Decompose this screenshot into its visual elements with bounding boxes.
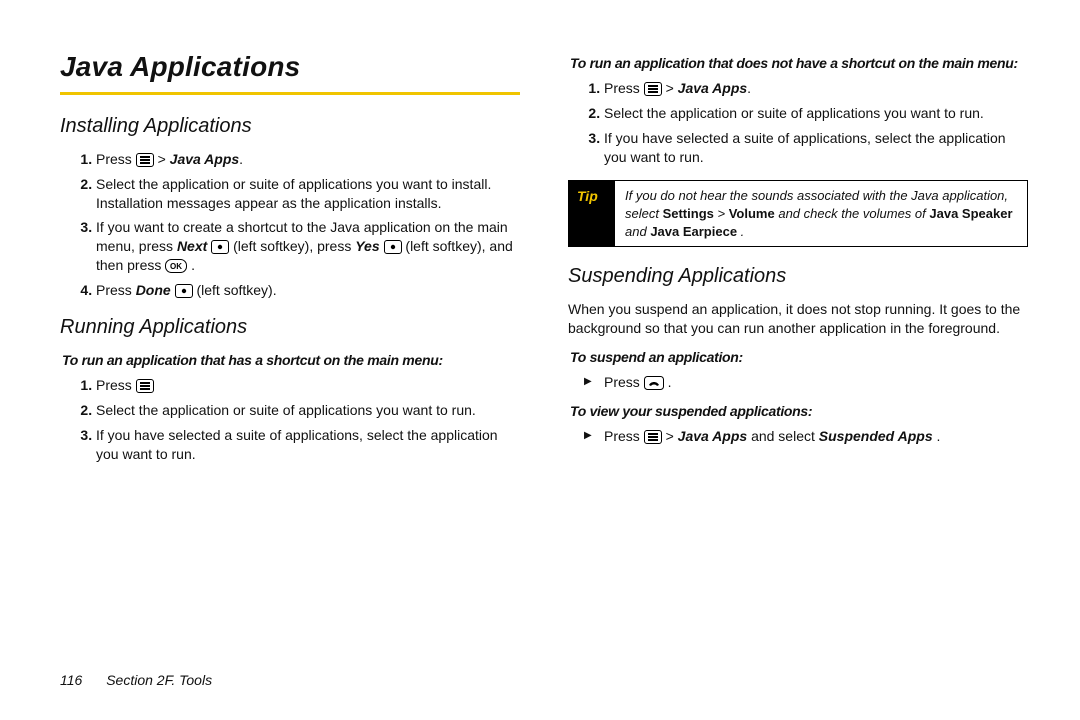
menu-key-icon bbox=[136, 379, 154, 393]
text: and check the volumes of bbox=[778, 206, 929, 221]
text: > bbox=[666, 428, 674, 444]
run-ns-step-2: Select the application or suite of appli… bbox=[604, 104, 1028, 123]
view-suspended-step-1: Press > Java Apps and select Suspended A… bbox=[604, 427, 1028, 446]
menu-path: Java Apps bbox=[678, 428, 748, 444]
tip-box: Tip If you do not hear the sounds associ… bbox=[568, 180, 1028, 247]
page-footer: 116 Section 2F. Tools bbox=[60, 671, 212, 690]
softkey-icon bbox=[211, 240, 229, 254]
menu-key-icon bbox=[644, 430, 662, 444]
text: . bbox=[937, 428, 941, 444]
text: Press bbox=[604, 374, 644, 390]
text: (left softkey), press bbox=[233, 238, 355, 254]
text: and bbox=[625, 224, 650, 239]
text: Press bbox=[604, 428, 644, 444]
view-suspended-intro: To view your suspended applications: bbox=[570, 402, 1028, 421]
heading-installing: Installing Applications bbox=[60, 113, 520, 140]
suspend-intro: To suspend an application: bbox=[570, 348, 1028, 367]
menu-path: Java Speaker bbox=[929, 206, 1012, 221]
run-shortcut-steps: Press Select the application or suite of… bbox=[60, 376, 520, 464]
text: . bbox=[191, 257, 195, 273]
text: Press bbox=[96, 377, 136, 393]
menu-path: Java Apps bbox=[170, 151, 240, 167]
suspend-body: When you suspend an application, it does… bbox=[568, 300, 1028, 338]
menu-path: Suspended Apps bbox=[819, 428, 933, 444]
text: . bbox=[741, 224, 745, 239]
menu-path: Settings bbox=[663, 206, 714, 221]
install-step-3: If you want to create a shortcut to the … bbox=[96, 218, 520, 275]
run-ns-step-1: Press > Java Apps. bbox=[604, 79, 1028, 98]
text: > bbox=[158, 151, 166, 167]
run-shortcut-intro: To run an application that has a shortcu… bbox=[62, 351, 520, 370]
menu-path: Java Apps bbox=[678, 80, 748, 96]
menu-path: Volume bbox=[729, 206, 775, 221]
text: Press bbox=[96, 151, 136, 167]
text: Press bbox=[96, 282, 136, 298]
two-column-layout: Java Applications Installing Application… bbox=[60, 48, 1028, 473]
section-label: Section 2F. Tools bbox=[106, 672, 212, 688]
svg-text:OK: OK bbox=[170, 262, 182, 271]
right-column: To run an application that does not have… bbox=[568, 48, 1028, 473]
left-column: Java Applications Installing Application… bbox=[60, 48, 520, 473]
end-key-icon bbox=[644, 376, 664, 390]
title-underline bbox=[60, 92, 520, 95]
text: > bbox=[666, 80, 674, 96]
run-shortcut-step-2: Select the application or suite of appli… bbox=[96, 401, 520, 420]
text: and select bbox=[751, 428, 819, 444]
installing-steps: Press > Java Apps. Select the applicatio… bbox=[60, 150, 520, 300]
install-step-2: Select the application or suite of appli… bbox=[96, 175, 520, 213]
heading-running: Running Applications bbox=[60, 314, 520, 341]
text: > bbox=[718, 206, 729, 221]
run-shortcut-step-1: Press bbox=[96, 376, 520, 395]
view-suspended-steps: Press > Java Apps and select Suspended A… bbox=[568, 427, 1028, 446]
text: . bbox=[747, 80, 751, 96]
text: . bbox=[668, 374, 672, 390]
tip-body: If you do not hear the sounds associated… bbox=[615, 181, 1027, 246]
run-ns-step-3: If you have selected a suite of applicat… bbox=[604, 129, 1028, 167]
page-number: 116 bbox=[60, 672, 82, 688]
text: (left softkey). bbox=[196, 282, 276, 298]
menu-path: Java Earpiece bbox=[650, 224, 737, 239]
softkey-icon bbox=[175, 284, 193, 298]
install-step-1: Press > Java Apps. bbox=[96, 150, 520, 169]
ok-key-icon: OK bbox=[165, 259, 187, 273]
text: . bbox=[239, 151, 243, 167]
tip-label: Tip bbox=[569, 181, 615, 246]
softkey-label: Next bbox=[177, 238, 207, 254]
menu-key-icon bbox=[644, 82, 662, 96]
run-noshortcut-intro: To run an application that does not have… bbox=[570, 54, 1028, 73]
suspend-step-1: Press . bbox=[604, 373, 1028, 392]
suspend-steps: Press . bbox=[568, 373, 1028, 392]
install-step-4: Press Done (left softkey). bbox=[96, 281, 520, 300]
softkey-label: Yes bbox=[355, 238, 379, 254]
menu-key-icon bbox=[136, 153, 154, 167]
softkey-label: Done bbox=[136, 282, 171, 298]
page-title: Java Applications bbox=[60, 48, 520, 86]
run-shortcut-step-3: If you have selected a suite of applicat… bbox=[96, 426, 520, 464]
softkey-icon bbox=[384, 240, 402, 254]
run-noshortcut-steps: Press > Java Apps. Select the applicatio… bbox=[568, 79, 1028, 167]
text: Press bbox=[604, 80, 644, 96]
heading-suspending: Suspending Applications bbox=[568, 263, 1028, 290]
manual-page: Java Applications Installing Application… bbox=[0, 0, 1080, 720]
